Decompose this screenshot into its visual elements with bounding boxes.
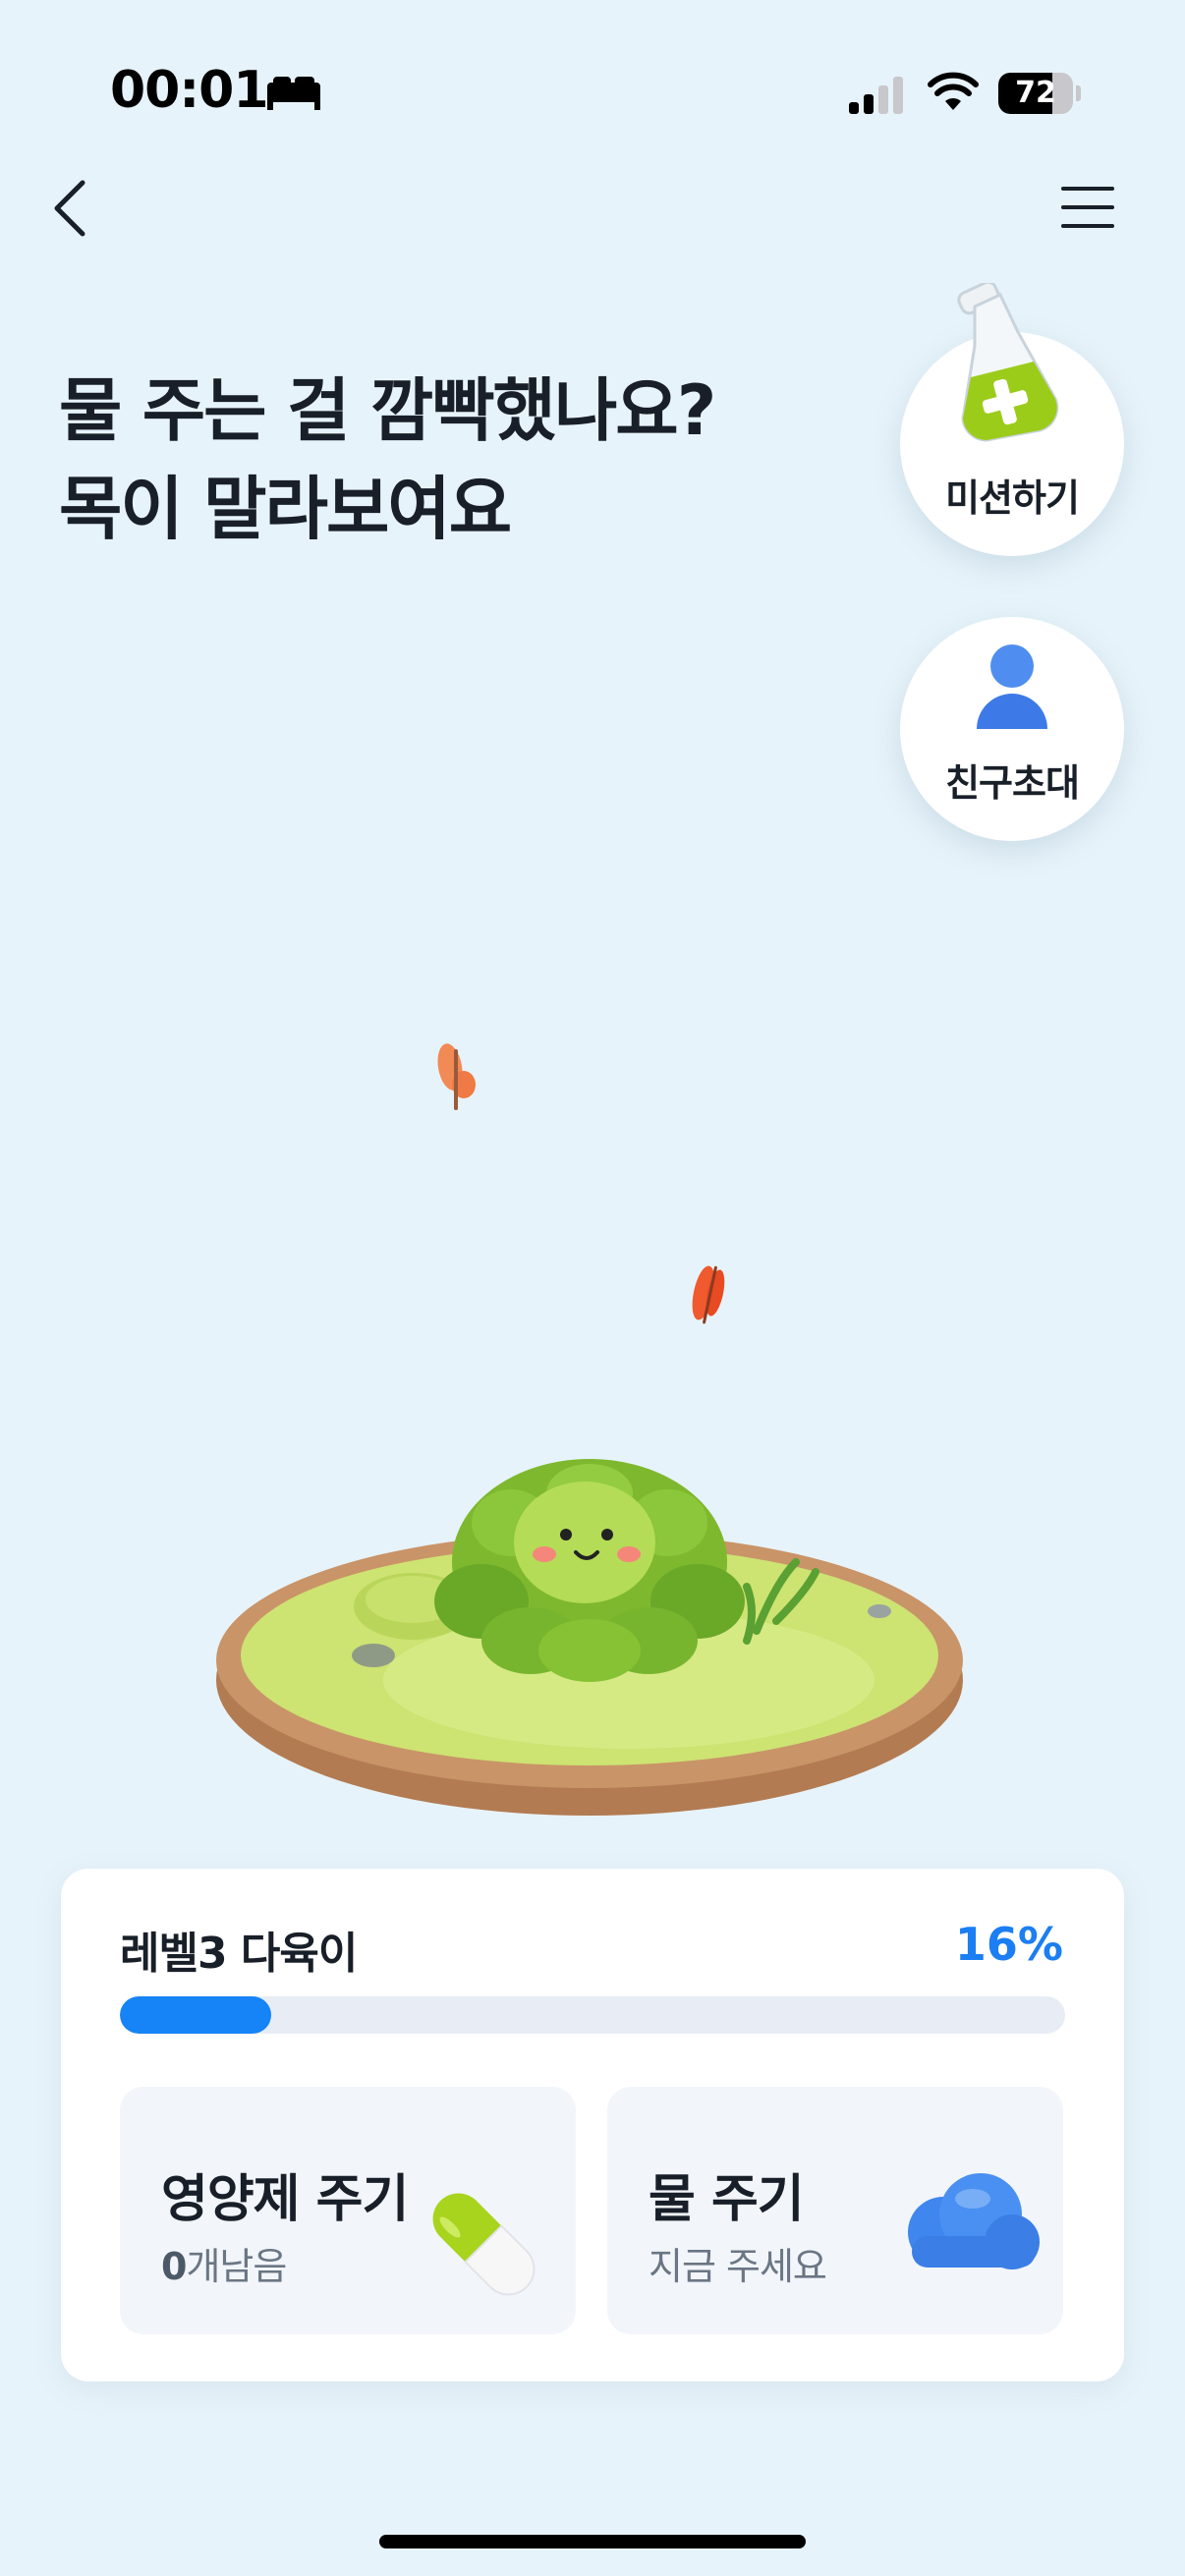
invite-friend-button[interactable]: 친구초대 (900, 617, 1124, 841)
growth-progress-fill (120, 1996, 271, 2034)
pill-icon (432, 2193, 536, 2296)
headline-line-2: 목이 말라보여요 (59, 469, 512, 549)
give-nutrient-button[interactable]: 영양제 주기 0개남음 (120, 2087, 576, 2334)
succulent-plant-illustration (216, 1459, 963, 1816)
water-hint: 지금 주세요 (649, 2245, 827, 2288)
home-indicator[interactable] (379, 2535, 806, 2548)
nutrient-count: 0 (161, 2245, 187, 2288)
plant-level-title: 레벨3 다육이 (120, 1929, 358, 1979)
nutrient-remaining: 0개남음 (161, 2236, 287, 2290)
flask-plus-icon (957, 283, 1059, 442)
back-arrow-icon[interactable] (47, 177, 96, 240)
headline-line-1: 물 주는 걸 깜빡했나요? (59, 370, 716, 451)
plant-status-card: 레벨3 다육이 16% 영양제 주기 0개남음 물 주기 지금 주세요 (61, 1869, 1124, 2381)
give-water-button[interactable]: 물 주기 지금 주세요 (607, 2087, 1063, 2334)
nutrient-title: 영양제 주기 (161, 2170, 409, 2229)
person-icon (977, 644, 1047, 729)
mission-label: 미션하기 (945, 476, 1080, 520)
hamburger-menu-icon[interactable] (1059, 183, 1116, 232)
cellular-signal-icon (849, 77, 903, 114)
cloud-icon (908, 2173, 1040, 2269)
butterfly-icon (692, 1265, 725, 1324)
growth-percentage: 16% (954, 1918, 1063, 1971)
nutrient-remaining-suffix: 개남음 (186, 2245, 287, 2288)
battery-level: 72 (1015, 76, 1056, 110)
invite-label: 친구초대 (945, 761, 1080, 805)
growth-progress-bar (120, 1996, 1065, 2034)
page-headline: 물 주는 걸 깜빡했나요? 목이 말라보여요 (59, 362, 716, 558)
battery-icon: 72 (998, 73, 1081, 116)
water-title: 물 주기 (649, 2170, 805, 2229)
butterfly-icon (437, 1043, 476, 1110)
mission-button[interactable]: 미션하기 (900, 283, 1124, 556)
wifi-icon (928, 72, 979, 110)
sleep-mode-icon (267, 77, 320, 110)
status-time: 00:01 (110, 61, 269, 120)
